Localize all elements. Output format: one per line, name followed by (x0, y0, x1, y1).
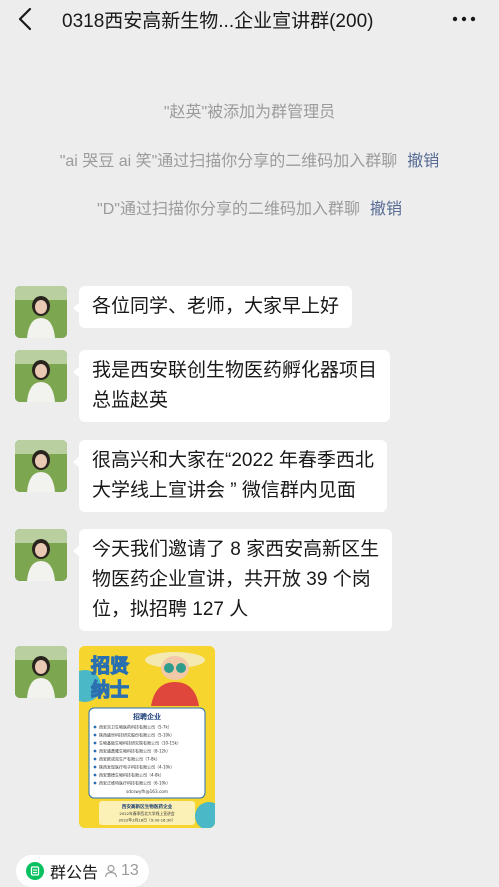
poster-company: 西安欧诺克生产有限公司（7-8k） (99, 756, 160, 762)
message-line: 很高兴和大家在“2022 年春季西北 (92, 450, 374, 471)
message-line: 位，拟招聘 127 人 (92, 599, 249, 620)
member-count: 13 (104, 862, 139, 880)
system-message: "ai 哭豆 ai 笑"通过扫描你分享的二维码加入群聊 撤销 (0, 147, 499, 171)
system-message: "D"通过扫描你分享的二维码加入群聊 撤销 (0, 195, 499, 219)
poster-company: 西安京卫生物医药科技有限公司（5-7k） (99, 724, 172, 730)
bottom-toolbar: 群公告 13 (0, 851, 499, 887)
poster-company: 西安惠德生物科技有限公司（4-8k） (99, 772, 164, 778)
poster-company: 陕西盛世科技研究股份有限公司（5-10k） (99, 732, 174, 738)
chat-title: 0318西安高新生物...企业宣讲群(200) (62, 11, 374, 32)
poster-footer-2: 2022年春季西北大学线上宣讲会 (119, 811, 174, 816)
group-notice-label: 群公告 (50, 865, 99, 882)
person-icon (104, 864, 118, 878)
revoke-link[interactable]: 撤销 (370, 201, 402, 218)
group-notice-button[interactable]: 群公告 13 (16, 855, 149, 887)
system-message-text: "赵英"被添加为群管理员 (163, 104, 336, 121)
group-notice-icon (26, 862, 44, 880)
message-line: 各位同学、老师，大家早上好 (92, 296, 340, 317)
avatar-photo (15, 529, 67, 581)
poster-company: 西安正维特医疗科技有限公司（6-10k） (99, 780, 170, 786)
poster-company: 生物基础生物科技研究院有限公司（10-15k） (99, 740, 181, 746)
message-bubble[interactable]: 很高兴和大家在“2022 年春季西北 大学线上宣讲会 ” 微信群内见面 (73, 440, 387, 512)
poster-graphic: 招贤 纳士 招聘企业 西安京卫生物医药科技有限公司（5-7k） 陕西盛世科技研究… (79, 646, 215, 828)
sender-avatar[interactable] (15, 646, 67, 698)
system-message-text: "D"通过扫描你分享的二维码加入群聊 (97, 201, 360, 218)
chevron-left-icon (18, 7, 32, 31)
avatar-photo (15, 286, 67, 338)
chat-header: 0318西安高新生物...企业宣讲群(200) (0, 0, 499, 40)
message-line: 物医药企业宣讲，共开放 39 个岗 (92, 569, 371, 590)
avatar-photo (15, 350, 67, 402)
sender-avatar[interactable] (15, 529, 67, 581)
message-bubble[interactable]: 我是西安联创生物医药孵化器项目 总监赵英 (72, 350, 391, 422)
avatar-photo (15, 646, 67, 698)
sender-avatar[interactable] (15, 350, 67, 402)
poster-footer-1: 西安高新区生物医药企业 (122, 803, 173, 810)
more-options-button[interactable] (448, 6, 480, 32)
message-line: 今天我们邀请了 8 家西安高新区生 (92, 539, 380, 560)
poster-footer-3: 2022年3月18日（9:30-16:30） (119, 818, 176, 823)
poster-email: sdcswyfh@163.com (126, 789, 168, 794)
message-line: 大学线上宣讲会 ” 微信群内见面 (92, 480, 356, 501)
message-line: 总监赵英 (92, 390, 169, 411)
poster-company: 西安盛鼎隆生物科技有限公司（8-12k） (99, 748, 170, 754)
revoke-link[interactable]: 撤销 (407, 153, 439, 170)
poster-section-title: 招聘企业 (133, 712, 161, 721)
recruitment-poster-image[interactable]: 招贤 纳士 招聘企业 西安京卫生物医药科技有限公司（5-7k） 陕西盛世科技研究… (79, 646, 215, 828)
avatar-photo (15, 440, 67, 492)
message-bubble[interactable]: 今天我们邀请了 8 家西安高新区生 物医药企业宣讲，共开放 39 个岗 位，拟招… (72, 529, 393, 631)
member-count-value: 13 (121, 862, 139, 879)
more-dots-icon (452, 16, 476, 22)
message-line: 我是西安联创生物医药孵化器项目 (92, 360, 378, 381)
system-message-text: "ai 哭豆 ai 笑"通过扫描你分享的二维码加入群聊 (59, 153, 398, 170)
system-message: "赵英"被添加为群管理员 (0, 98, 499, 122)
sender-avatar[interactable] (15, 440, 67, 492)
poster-company: 陕西发现医疗电子科技有限公司（4-10k） (99, 764, 174, 770)
back-button[interactable] (10, 4, 40, 34)
poster-headline-1: 招贤 (91, 654, 129, 677)
sender-avatar[interactable] (15, 286, 67, 338)
poster-headline-2: 纳士 (91, 678, 129, 701)
message-bubble[interactable]: 各位同学、老师，大家早上好 (72, 286, 353, 328)
